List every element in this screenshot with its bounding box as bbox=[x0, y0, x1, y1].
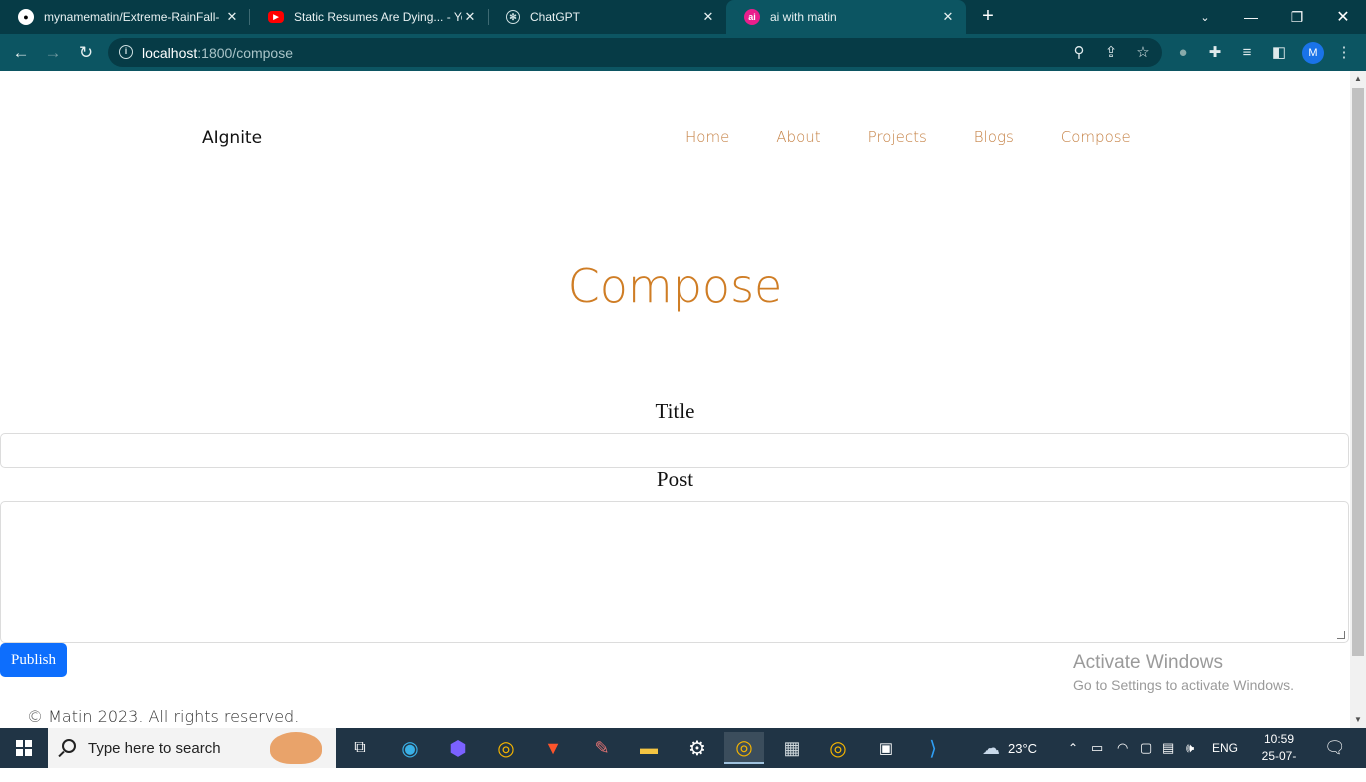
url-path: :1800/compose bbox=[197, 45, 293, 61]
volume-icon[interactable]: 🕪 bbox=[1186, 728, 1194, 768]
page-scrollbar[interactable]: ▲ ▼ bbox=[1350, 71, 1366, 728]
windows-start-button[interactable] bbox=[0, 728, 48, 768]
nav-compose[interactable]: Compose bbox=[1061, 128, 1131, 146]
window-close-icon[interactable]: ✕ bbox=[1320, 0, 1366, 34]
url-text[interactable]: localhost:1800/compose bbox=[142, 45, 293, 61]
nav-projects[interactable]: Projects bbox=[868, 128, 927, 146]
search-icon bbox=[62, 739, 76, 753]
media-queue-icon[interactable]: ≡ bbox=[1237, 42, 1257, 62]
vscode-icon[interactable]: ⟩ bbox=[913, 732, 953, 764]
tab-chatgpt[interactable]: ✻ ChatGPT ✕ bbox=[488, 0, 726, 34]
post-textarea[interactable] bbox=[0, 501, 1349, 643]
youtube-icon: ▶ bbox=[268, 11, 284, 23]
tab-title: ChatGPT bbox=[530, 10, 581, 24]
paint-icon[interactable]: ✎ bbox=[582, 732, 622, 764]
close-icon[interactable]: ✕ bbox=[700, 9, 716, 25]
clock-date: 25-07-2023 bbox=[1261, 749, 1297, 780]
battery-icon[interactable]: ▭ bbox=[1091, 728, 1103, 768]
settings-gear-icon[interactable]: ⚙ bbox=[677, 732, 717, 764]
bookmark-star-icon[interactable]: ☆ bbox=[1133, 42, 1153, 62]
resize-handle-icon[interactable] bbox=[1337, 631, 1345, 639]
url-host: localhost bbox=[142, 45, 198, 61]
tab-youtube[interactable]: ▶ Static Resumes Are Dying... - You ✕ bbox=[250, 0, 488, 34]
tab-title: mynamematin/Extreme-RainFall- bbox=[44, 10, 220, 24]
taskbar-search-box[interactable]: Type here to search bbox=[48, 728, 336, 768]
weather-temp: 23°C bbox=[1008, 740, 1038, 756]
tab-github[interactable]: ● mynamematin/Extreme-RainFall- ✕ bbox=[0, 0, 250, 34]
close-icon[interactable]: ✕ bbox=[224, 9, 240, 25]
menu-kebab-icon[interactable]: ⋮ bbox=[1334, 42, 1354, 62]
weather-widget[interactable]: ☁ 23°C bbox=[982, 728, 1037, 768]
new-tab-icon[interactable]: + bbox=[978, 6, 998, 26]
address-bar[interactable]: i localhost:1800/compose bbox=[108, 38, 1162, 67]
tray-chevron-icon[interactable]: ⌃ bbox=[1068, 728, 1078, 768]
nav-blogs[interactable]: Blogs bbox=[974, 128, 1014, 146]
chatgpt-icon: ✻ bbox=[506, 10, 520, 24]
chrome-secondary-icon[interactable]: ◎ bbox=[818, 732, 858, 764]
edge-icon[interactable]: ◉ bbox=[390, 732, 430, 764]
restore-icon[interactable]: ❐ bbox=[1274, 0, 1320, 34]
tab-title: ai with matin bbox=[770, 10, 837, 24]
terminal-icon[interactable]: ▣ bbox=[866, 732, 906, 764]
close-icon[interactable]: ✕ bbox=[940, 9, 956, 25]
chrome-icon[interactable]: ◎ bbox=[486, 732, 526, 764]
scroll-up-arrow-icon[interactable]: ▲ bbox=[1350, 71, 1366, 87]
activation-watermark-title: Activate Windows bbox=[1073, 652, 1223, 673]
profile-avatar[interactable]: M bbox=[1302, 42, 1324, 64]
side-panel-icon[interactable]: ◧ bbox=[1269, 42, 1289, 62]
puzzle-extensions-icon[interactable]: ✚ bbox=[1205, 42, 1225, 62]
windows-logo-icon bbox=[16, 740, 32, 756]
back-arrow-icon[interactable]: ← bbox=[9, 41, 33, 65]
chrome-profile-m-icon[interactable]: ◎ bbox=[724, 732, 764, 764]
activation-watermark-subtitle: Go to Settings to activate Windows. bbox=[1073, 677, 1294, 693]
clock-time: 10:59 bbox=[1263, 732, 1295, 746]
site-nav: Home About Projects Blogs Compose bbox=[685, 128, 1178, 146]
system-clock[interactable]: 10:59 25-07-2023 bbox=[1250, 731, 1308, 782]
post-label: Post bbox=[656, 467, 694, 491]
publish-button[interactable]: Publish bbox=[0, 643, 67, 677]
copilot-icon[interactable]: ⬢ bbox=[438, 732, 478, 764]
zoom-icon[interactable]: ⚲ bbox=[1069, 42, 1089, 62]
task-manager-icon[interactable]: ▦ bbox=[772, 732, 812, 764]
file-explorer-icon[interactable]: ▬ bbox=[629, 732, 669, 764]
windows-taskbar: Type here to search ⧉ ◉ ⬢ ◎ ▼ ✎ ▬ ⚙ ◎ ▦ … bbox=[0, 728, 1366, 780]
scroll-down-arrow-icon[interactable]: ▼ bbox=[1350, 712, 1366, 728]
task-view-icon[interactable]: ⧉ bbox=[340, 732, 380, 764]
title-label: Title bbox=[655, 399, 695, 423]
browser-tab-strip: ● mynamematin/Extreme-RainFall- ✕ ▶ Stat… bbox=[0, 0, 1366, 34]
minimize-icon[interactable]: — bbox=[1228, 0, 1274, 34]
github-icon: ● bbox=[18, 9, 34, 25]
notifications-icon[interactable]: 🗨 bbox=[1324, 728, 1346, 768]
site-footer: © Matin 2023. All rights reserved. bbox=[27, 707, 300, 726]
wifi-icon[interactable]: ◠ bbox=[1117, 728, 1128, 768]
ai-site-icon: ai bbox=[744, 9, 760, 25]
nav-about[interactable]: About bbox=[776, 128, 820, 146]
tab-title: Static Resumes Are Dying... - You bbox=[294, 10, 462, 24]
forward-arrow-icon[interactable]: → bbox=[41, 41, 65, 65]
brave-icon[interactable]: ▼ bbox=[533, 732, 573, 764]
tab-search-chevron-icon[interactable]: ⌄ bbox=[1182, 0, 1228, 34]
language-indicator[interactable]: ENG bbox=[1212, 728, 1238, 768]
browser-toolbar: ← → ↻ i localhost:1800/compose ⚲ ⇪ ☆ ● ✚… bbox=[0, 34, 1366, 71]
page-viewport: AIgnite Home About Projects Blogs Compos… bbox=[0, 71, 1350, 728]
nav-home[interactable]: Home bbox=[685, 128, 729, 146]
meet-icon[interactable]: ▢ bbox=[1140, 728, 1152, 768]
cloud-icon: ☁ bbox=[982, 737, 1000, 758]
reload-icon[interactable]: ↻ bbox=[74, 41, 98, 65]
close-icon[interactable]: ✕ bbox=[462, 9, 478, 25]
title-input[interactable] bbox=[0, 433, 1349, 468]
scrollbar-thumb[interactable] bbox=[1352, 88, 1364, 656]
page-title: Compose bbox=[567, 259, 783, 313]
site-info-icon[interactable]: i bbox=[119, 45, 133, 59]
search-placeholder: Type here to search bbox=[88, 740, 221, 757]
search-highlight-image[interactable] bbox=[270, 732, 322, 764]
site-brand[interactable]: AIgnite bbox=[202, 128, 262, 148]
tab-ai-with-matin[interactable]: ai ai with matin ✕ bbox=[726, 0, 966, 34]
extension-icon[interactable]: ● bbox=[1173, 42, 1193, 62]
display-icon[interactable]: ▤ bbox=[1162, 728, 1174, 768]
share-icon[interactable]: ⇪ bbox=[1101, 42, 1121, 62]
